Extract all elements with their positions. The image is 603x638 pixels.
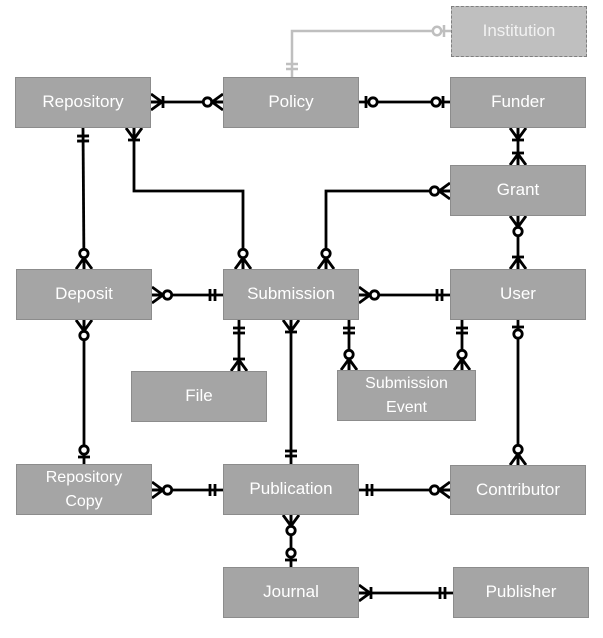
cardinality-zero-or-one-icon: [432, 96, 443, 108]
relationship-submission-file: [231, 320, 247, 371]
cardinality-zero-or-many-icon: [235, 249, 251, 269]
relationship-repository-policy: [151, 94, 223, 110]
cardinality-zero-or-many-icon: [152, 287, 172, 303]
cardinality-zero-or-many-icon: [341, 350, 357, 370]
relationship-repository-copy-publication: [152, 482, 223, 498]
entity-submission[interactable]: Submission: [223, 269, 359, 320]
entity-file[interactable]: File: [131, 371, 267, 422]
relationship-line: [83, 128, 84, 269]
cardinality-one-or-many-icon: [510, 257, 526, 269]
entity-policy[interactable]: Policy: [223, 77, 359, 128]
relationship-deposit-repository-copy: [76, 320, 92, 464]
cardinality-one-or-many-icon: [151, 94, 163, 110]
cardinality-zero-or-many-icon: [318, 249, 334, 269]
relationship-line: [326, 191, 450, 269]
cardinality-zero-or-many-icon: [430, 482, 450, 498]
cardinality-one-or-many-icon: [126, 128, 142, 140]
relationship-journal-publisher: [359, 585, 453, 601]
relationship-repository-submission: [126, 128, 251, 269]
relationship-deposit-submission: [152, 287, 223, 303]
cardinality-one-or-many-icon: [283, 320, 299, 332]
cardinality-zero-or-one-icon: [285, 549, 297, 560]
entity-publisher[interactable]: Publisher: [453, 567, 589, 618]
entity-institution[interactable]: Institution: [451, 6, 587, 57]
entity-user[interactable]: User: [450, 269, 586, 320]
cardinality-one-or-many-icon: [510, 128, 526, 140]
er-diagram: Institution Repository Policy Funder Gra…: [0, 0, 603, 633]
entity-submission-event[interactable]: Submission Event: [337, 370, 476, 421]
cardinality-one-or-many-icon: [510, 153, 526, 165]
cardinality-zero-or-many-icon: [510, 445, 526, 465]
cardinality-zero-or-many-icon: [152, 482, 172, 498]
cardinality-zero-or-many-icon: [359, 287, 379, 303]
cardinality-zero-or-one-icon: [512, 327, 524, 338]
relationship-repository-deposit: [76, 128, 92, 269]
cardinality-zero-or-many-icon: [454, 350, 470, 370]
relationship-user-submission-event: [454, 320, 470, 370]
relationship-grant-submission: [318, 183, 450, 269]
relationship-submission-user: [359, 287, 450, 303]
entity-publication[interactable]: Publication: [223, 464, 359, 515]
relationship-funder-grant: [510, 128, 526, 165]
relationship-line: [292, 31, 451, 77]
entity-contributor[interactable]: Contributor: [450, 465, 586, 515]
relationship-submission-publication: [283, 320, 299, 464]
relationship-publication-contributor: [359, 482, 450, 498]
relationship-user-contributor: [510, 320, 526, 465]
cardinality-one-or-many-icon: [359, 585, 371, 601]
relationship-publication-journal: [283, 515, 299, 567]
cardinality-zero-or-many-icon: [76, 249, 92, 269]
cardinality-zero-or-one-icon: [433, 25, 444, 37]
cardinality-zero-or-many-icon: [76, 320, 92, 340]
entity-funder[interactable]: Funder: [450, 77, 586, 128]
relationship-policy-funder: [359, 96, 450, 108]
cardinality-zero-or-many-icon: [510, 216, 526, 236]
relationship-policy-institution: [286, 25, 451, 77]
entity-repository-copy[interactable]: Repository Copy: [16, 464, 152, 515]
cardinality-zero-or-many-icon: [203, 94, 223, 110]
cardinality-one-or-many-icon: [231, 359, 247, 371]
entity-grant[interactable]: Grant: [450, 165, 586, 216]
cardinality-zero-or-many-icon: [283, 515, 299, 535]
relationship-submission-submission-event: [341, 320, 357, 370]
entity-journal[interactable]: Journal: [223, 567, 359, 618]
cardinality-zero-or-one-icon: [366, 96, 377, 108]
relationship-line: [134, 128, 243, 269]
entity-repository[interactable]: Repository: [15, 77, 151, 128]
cardinality-zero-or-many-icon: [430, 183, 450, 199]
relationship-grant-user: [510, 216, 526, 269]
cardinality-zero-or-one-icon: [78, 446, 90, 457]
entity-deposit[interactable]: Deposit: [16, 269, 152, 320]
